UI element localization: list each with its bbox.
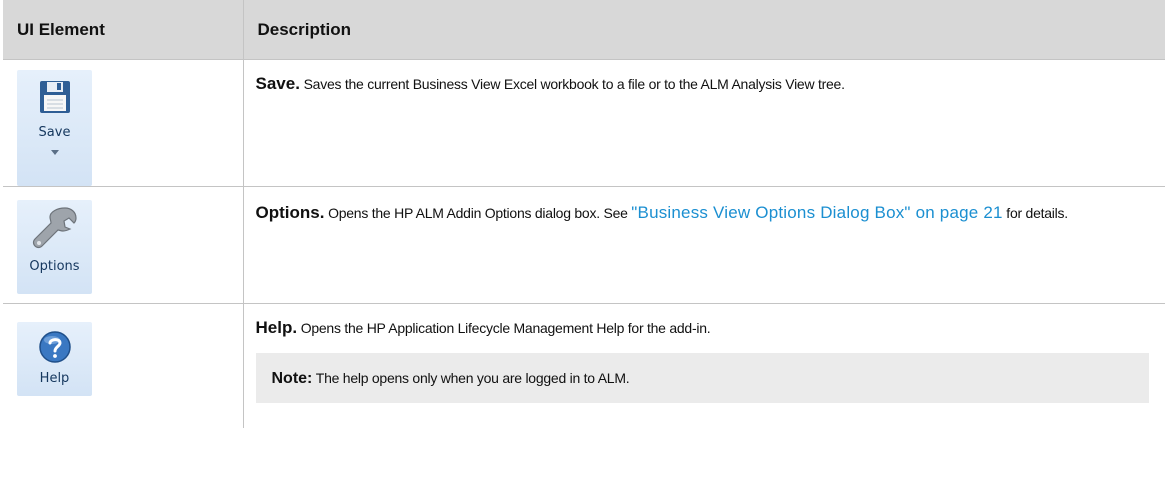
save-button-label: Save: [38, 125, 71, 140]
ui-elements-table: UI Element Description Save Save. Saves …: [3, 0, 1165, 428]
options-description-after: for details.: [1002, 205, 1068, 221]
ui-element-cell: Save: [3, 59, 244, 187]
table-row-options: Options Options. Opens the HP ALM Addin …: [3, 186, 1165, 304]
header-description: Description: [243, 0, 1165, 60]
question-mark-icon: [38, 331, 71, 363]
table-row-help: Help Help. Opens the HP Application Life…: [3, 303, 1165, 428]
save-description: Saves the current Business View Excel wo…: [299, 76, 845, 92]
options-term: Options.: [255, 203, 325, 222]
note-box: Note: The help opens only when you are l…: [255, 353, 1149, 403]
note-text: The help opens only when you are logged …: [312, 370, 630, 386]
options-button-label: Options: [29, 259, 80, 274]
save-ribbon-button[interactable]: Save: [17, 70, 92, 186]
table-header-row: UI Element Description: [3, 0, 1165, 60]
help-description: Opens the HP Application Lifecycle Manag…: [297, 320, 711, 336]
business-view-options-link[interactable]: "Business View Options Dialog Box" on pa…: [631, 203, 1002, 222]
description-cell: Help. Opens the HP Application Lifecycle…: [243, 304, 1165, 428]
description-cell: Save. Saves the current Business View Ex…: [243, 59, 1165, 187]
description-cell: Options. Opens the HP ALM Addin Options …: [243, 186, 1165, 304]
note-label: Note:: [271, 370, 313, 387]
dropdown-arrow-icon: [50, 150, 59, 155]
help-term: Help.: [255, 318, 298, 337]
options-description-before: Opens the HP ALM Addin Options dialog bo…: [324, 205, 632, 221]
options-ribbon-button[interactable]: Options: [17, 200, 92, 294]
header-ui-element: UI Element: [3, 0, 244, 60]
ui-element-cell: Help: [3, 303, 244, 428]
floppy-disk-icon: [39, 81, 70, 113]
ui-element-cell: Options: [3, 186, 244, 304]
wrench-icon: [32, 207, 77, 249]
help-ribbon-button[interactable]: Help: [17, 322, 92, 396]
table-row-save: Save Save. Saves the current Business Vi…: [3, 59, 1165, 187]
save-term: Save.: [255, 74, 300, 93]
help-button-label: Help: [39, 371, 70, 386]
